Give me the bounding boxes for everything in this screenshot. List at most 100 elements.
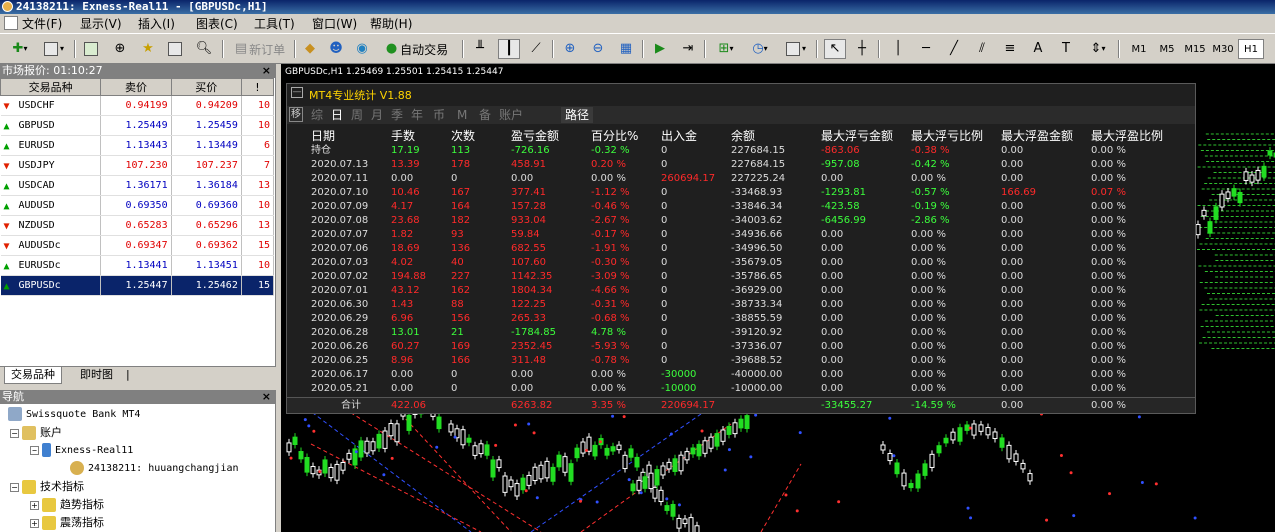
quote-row[interactable]: ▼ AUDUSDc 0.69347 0.69362 15 (0, 235, 275, 256)
tab-symbols[interactable]: 交易品种 (4, 367, 62, 384)
data-window-button[interactable]: ⊕ (110, 39, 130, 59)
trade-marker (1108, 492, 1112, 496)
templates-button[interactable]: ▾ (782, 39, 810, 59)
menu-window[interactable]: 窗口(W) (312, 17, 357, 31)
market-watch-button[interactable] (82, 39, 102, 59)
new-chart-button[interactable]: ✚ ▾ (6, 39, 34, 59)
menu-file[interactable]: 文件(F) (22, 17, 62, 31)
tree-item-server[interactable]: − Exness-Real11 (30, 443, 133, 459)
column-header-bid[interactable]: 卖价 (100, 78, 172, 96)
stats-cell: 107.60 (511, 257, 546, 268)
text-label-button[interactable]: T (1056, 39, 1076, 59)
stats-cell: 227684.15 (731, 159, 786, 170)
stats-cell: 0.00 (821, 369, 844, 380)
navigator-button[interactable]: ★ (138, 39, 158, 59)
text-button[interactable]: A (1028, 39, 1048, 59)
menu-view[interactable]: 显示(V) (80, 17, 122, 31)
quote-row[interactable]: ▼ USDJPY 107.230 107.237 7 (0, 155, 275, 176)
quote-row[interactable]: ▲ GBPUSD 1.25449 1.25459 10 (0, 115, 275, 136)
menu-tools[interactable]: 工具(T) (254, 17, 295, 31)
terminal-button[interactable] (166, 39, 186, 59)
arrows-button[interactable]: ⇕ ▾ (1084, 39, 1112, 59)
stats-tab-7[interactable]: M (457, 107, 467, 123)
candle-body (688, 517, 694, 532)
close-icon[interactable]: × (262, 64, 271, 78)
stats-tab-9[interactable]: 账户 (499, 107, 523, 123)
candle-body (690, 447, 696, 455)
signals-button[interactable]: ◉ (352, 39, 372, 59)
candle-body (310, 466, 316, 475)
move-pin-icon[interactable]: 移 (289, 107, 303, 122)
menu-insert[interactable]: 插入(I) (138, 17, 175, 31)
column-header-ask[interactable]: 买价 (170, 78, 242, 96)
tile-windows-button[interactable]: ▦ (616, 39, 636, 59)
tree-item-trend[interactable]: + 趋势指标 (30, 497, 104, 513)
zoom-out-button[interactable]: ⊖ (588, 39, 608, 59)
indicators-button[interactable]: ⊞ ▾ (712, 39, 740, 59)
auto-trading-button[interactable]: ● 自动交易 (380, 39, 454, 59)
vertical-line-button[interactable]: │ (888, 39, 908, 59)
tree-item-broker[interactable]: Swissquote Bank MT4 (8, 407, 140, 423)
stats-cell: 0.00 % (1091, 271, 1126, 282)
line-chart-button[interactable]: ⟋ (526, 39, 546, 59)
timeframe-m15[interactable]: M15 (1182, 39, 1208, 59)
periods-button[interactable]: ◷ ▾ (746, 39, 774, 59)
quote-row[interactable]: ▼ NZDUSD 0.65283 0.65296 13 (0, 215, 275, 236)
channel-button[interactable]: ⫽ (972, 39, 992, 59)
timeframe-h1[interactable]: H1 (1238, 39, 1264, 59)
metaeditor-button[interactable]: ◆ (300, 39, 320, 59)
quote-row[interactable]: ▲ GBPUSDc 1.25447 1.25462 15 (0, 275, 275, 296)
stats-tab-3[interactable]: 月 (371, 107, 383, 123)
ask-cell: 1.25462 (171, 275, 242, 296)
chart-shift-button[interactable]: ⇥ (678, 39, 698, 59)
tree-item-oscillators[interactable]: + 震荡指标 (30, 515, 104, 531)
fibonacci-button[interactable]: ≡ (1000, 39, 1020, 59)
tree-item-account[interactable]: 24138211: huuangchangjian (70, 461, 239, 477)
timeframe-m5[interactable]: M5 (1154, 39, 1180, 59)
tree-item-indicators[interactable]: − 技术指标 (10, 479, 84, 495)
stats-tab-8[interactable]: 备 (479, 107, 491, 123)
column-header-spread[interactable]: ! (240, 78, 275, 96)
auto-scroll-button[interactable]: ▶ (650, 39, 670, 59)
quote-row[interactable]: ▲ AUDUSD 0.69350 0.69360 10 (0, 195, 275, 216)
minimize-icon[interactable]: — (291, 87, 303, 98)
timeframe-m1[interactable]: M1 (1126, 39, 1152, 59)
strategy-tester-button[interactable]: 🔍︎ (194, 39, 214, 59)
bar-chart-button[interactable]: ╨ (470, 39, 490, 59)
tab-route[interactable]: 路径 (561, 107, 594, 123)
stats-tab-2[interactable]: 周 (351, 107, 363, 123)
column-header-symbol[interactable]: 交易品种 (0, 78, 102, 96)
stats-tab-4[interactable]: 季 (391, 107, 403, 123)
crosshair-button[interactable]: ┼ (852, 39, 872, 59)
quote-row[interactable]: ▲ EURUSD 1.13443 1.13449 6 (0, 135, 275, 156)
bid-cell: 1.36171 (100, 175, 172, 196)
timeframe-m30[interactable]: M30 (1210, 39, 1236, 59)
stats-tab-5[interactable]: 年 (411, 107, 423, 123)
quote-row[interactable]: ▲ EURUSDc 1.13441 1.13451 10 (0, 255, 275, 276)
vertical-line-icon: │ (894, 41, 902, 56)
ask-cell: 0.69362 (171, 235, 242, 256)
cursor-button[interactable]: ↖ (824, 39, 846, 59)
account-history-button[interactable]: ☻ (326, 39, 346, 59)
stats-cell: 0.00 % (1091, 341, 1126, 352)
candle-body (496, 459, 502, 469)
quote-row[interactable]: ▲ USDCAD 1.36171 1.36184 13 (0, 175, 275, 196)
profiles-button[interactable]: ▾ (40, 39, 68, 59)
new-order-button[interactable]: ▤ 新订单 (230, 39, 290, 59)
zoom-in-button[interactable]: ⊕ (560, 39, 580, 59)
stats-tab-1[interactable]: 日 (331, 107, 343, 123)
stats-cell: -0.42 % (911, 159, 950, 170)
stats-tab-6[interactable]: 币 (433, 107, 445, 123)
document-icon[interactable] (4, 16, 18, 30)
stats-tab-0[interactable]: 综 (311, 107, 323, 123)
close-icon[interactable]: × (262, 390, 271, 404)
menu-help[interactable]: 帮助(H) (370, 17, 412, 31)
tab-tick-chart[interactable]: 即时图 (74, 367, 119, 384)
stats-cell: 265.33 (511, 313, 546, 324)
candlestick-button[interactable]: ┃ (498, 39, 520, 59)
trendline-button[interactable]: ╱ (944, 39, 964, 59)
menu-chart[interactable]: 图表(C) (196, 17, 238, 31)
horizontal-line-button[interactable]: ─ (916, 39, 936, 59)
quote-row[interactable]: ▼ USDCHF 0.94199 0.94209 10 (0, 95, 275, 116)
tree-item-accounts[interactable]: − 账户 (10, 425, 62, 441)
